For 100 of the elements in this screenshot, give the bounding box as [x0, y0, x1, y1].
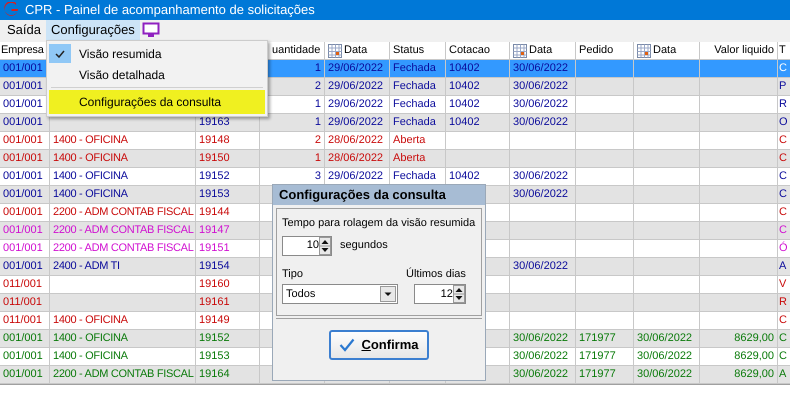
table-cell: 10402 [449, 80, 480, 92]
table-cell: 001/001 [3, 98, 43, 110]
table-cell: 3 [314, 170, 321, 182]
table-cell: 1400 - OFICINA [53, 314, 128, 326]
table-cell: 28/06/2022 [328, 134, 384, 146]
table-cell: 30/06/2022 [513, 350, 568, 362]
table-cell: R [779, 98, 787, 110]
table-cell: 30/06/2022 [513, 368, 568, 380]
table-cell: 1400 - OFICINA [53, 170, 128, 182]
table-cell: 2 [314, 134, 321, 146]
table-cell: 29/06/2022 [328, 62, 384, 74]
table-cell: 001/001 [3, 350, 43, 362]
table-cell: 001/001 [3, 170, 43, 182]
table-cell: 1400 - OFICINA [53, 152, 128, 164]
table-cell: 1 [314, 152, 321, 164]
table-cell: 19164 [199, 368, 230, 380]
table-cell: 2400 - ADM TI [53, 260, 120, 272]
table-cell: 28/06/2022 [328, 152, 384, 164]
table-cell: O [779, 116, 788, 128]
table-cell: 8629,00 [734, 368, 774, 380]
table-cell: 10402 [449, 98, 480, 110]
table-cell: 19152 [199, 170, 230, 182]
table-cell: 19153 [199, 350, 230, 362]
table-cell: Aberta [393, 134, 426, 146]
table-cell: 19151 [199, 242, 230, 254]
table-cell: 10402 [449, 116, 480, 128]
table-cell: 001/001 [3, 188, 43, 200]
table-cell: 001/001 [3, 152, 43, 164]
table-cell: 1400 - OFICINA [53, 134, 128, 146]
table-cell: 1 [314, 62, 321, 74]
table-cell: 011/001 [3, 278, 42, 290]
field-label: Tipo [282, 266, 304, 282]
table-cell: 29/06/2022 [328, 116, 384, 128]
table-cell: 30/06/2022 [513, 332, 568, 344]
table-cell: 30/06/2022 [637, 368, 692, 380]
table-cell: 001/001 [3, 332, 43, 344]
table-cell: R [779, 296, 787, 308]
table-cell: 19147 [199, 224, 230, 236]
table-cell: C [779, 206, 787, 218]
table-cell: 1400 - OFICINA [53, 350, 128, 362]
table-cell: C [779, 332, 787, 344]
table-cell: 001/001 [3, 80, 43, 92]
table-cell: 19161 [199, 296, 230, 308]
table-cell: C [779, 134, 787, 146]
table-cell: Fechada [393, 62, 436, 74]
table-cell: C [779, 170, 787, 182]
table-cell: 30/06/2022 [513, 260, 568, 272]
table-cell: 10402 [449, 170, 480, 182]
table-cell: 30/06/2022 [513, 62, 568, 74]
table-cell: 29/06/2022 [328, 170, 384, 182]
table-cell: A [779, 260, 786, 272]
table-cell: V [779, 278, 786, 290]
table-cell: Fechada [393, 116, 436, 128]
table-cell: 2200 - ADM CONTAB FISCAL [53, 206, 194, 218]
table-cell: 19149 [199, 314, 230, 326]
table-cell: Fechada [393, 98, 436, 110]
table-cell: C [779, 314, 787, 326]
table-cell: 19152 [199, 332, 230, 344]
table-cell: Aberta [393, 152, 426, 164]
table-cell: 1400 - OFICINA [53, 188, 128, 200]
table-cell: 001/001 [3, 224, 43, 236]
table-cell: 19150 [199, 152, 230, 164]
table-cell: 30/06/2022 [637, 350, 692, 362]
table-cell: 30/06/2022 [637, 332, 692, 344]
table-cell: 1400 - OFICINA [53, 332, 128, 344]
table-cell: 30/06/2022 [513, 170, 568, 182]
dialog-title: Configurações da consulta [273, 185, 485, 205]
table-cell: 1 [314, 116, 321, 128]
table-cell: 30/06/2022 [513, 80, 568, 92]
table-cell: Fechada [393, 170, 436, 182]
table-cell: 001/001 [3, 260, 43, 272]
table-cell: C [779, 188, 787, 200]
table-cell: 001/001 [3, 206, 43, 218]
table-cell: 19148 [199, 134, 230, 146]
table-cell: C [779, 62, 787, 74]
table-cell: Fechada [393, 80, 436, 92]
table-cell: 8629,00 [734, 350, 774, 362]
table-cell: C [779, 224, 787, 236]
table-cell: A [779, 368, 786, 380]
table-cell: 19144 [199, 206, 230, 218]
table-cell: 011/001 [3, 314, 42, 326]
table-cell: 19154 [199, 260, 230, 272]
table-cell: 30/06/2022 [513, 98, 568, 110]
table-cell: 19153 [199, 188, 230, 200]
table-cell: 10402 [449, 62, 480, 74]
table-cell: 011/001 [3, 296, 42, 308]
table-cell: 2200 - ADM CONTAB FISCAL [53, 224, 194, 236]
table-cell: 8629,00 [734, 332, 774, 344]
table-cell: 171977 [579, 350, 616, 362]
unit-label: segundos [340, 238, 388, 254]
table-cell: P [779, 80, 786, 92]
table-cell: 001/001 [3, 368, 43, 380]
table-cell: 2200 - ADM CONTAB FISCAL [53, 368, 194, 380]
table-cell: C [779, 152, 787, 164]
table-cell: 30/06/2022 [513, 116, 568, 128]
window-title: CPR - Painel de acompanhamento de solicitações [25, 1, 315, 20]
table-cell: 171977 [579, 332, 616, 344]
table-cell: 29/06/2022 [328, 80, 384, 92]
table-cell: 19163 [199, 116, 230, 128]
table-cell: C [779, 350, 787, 362]
